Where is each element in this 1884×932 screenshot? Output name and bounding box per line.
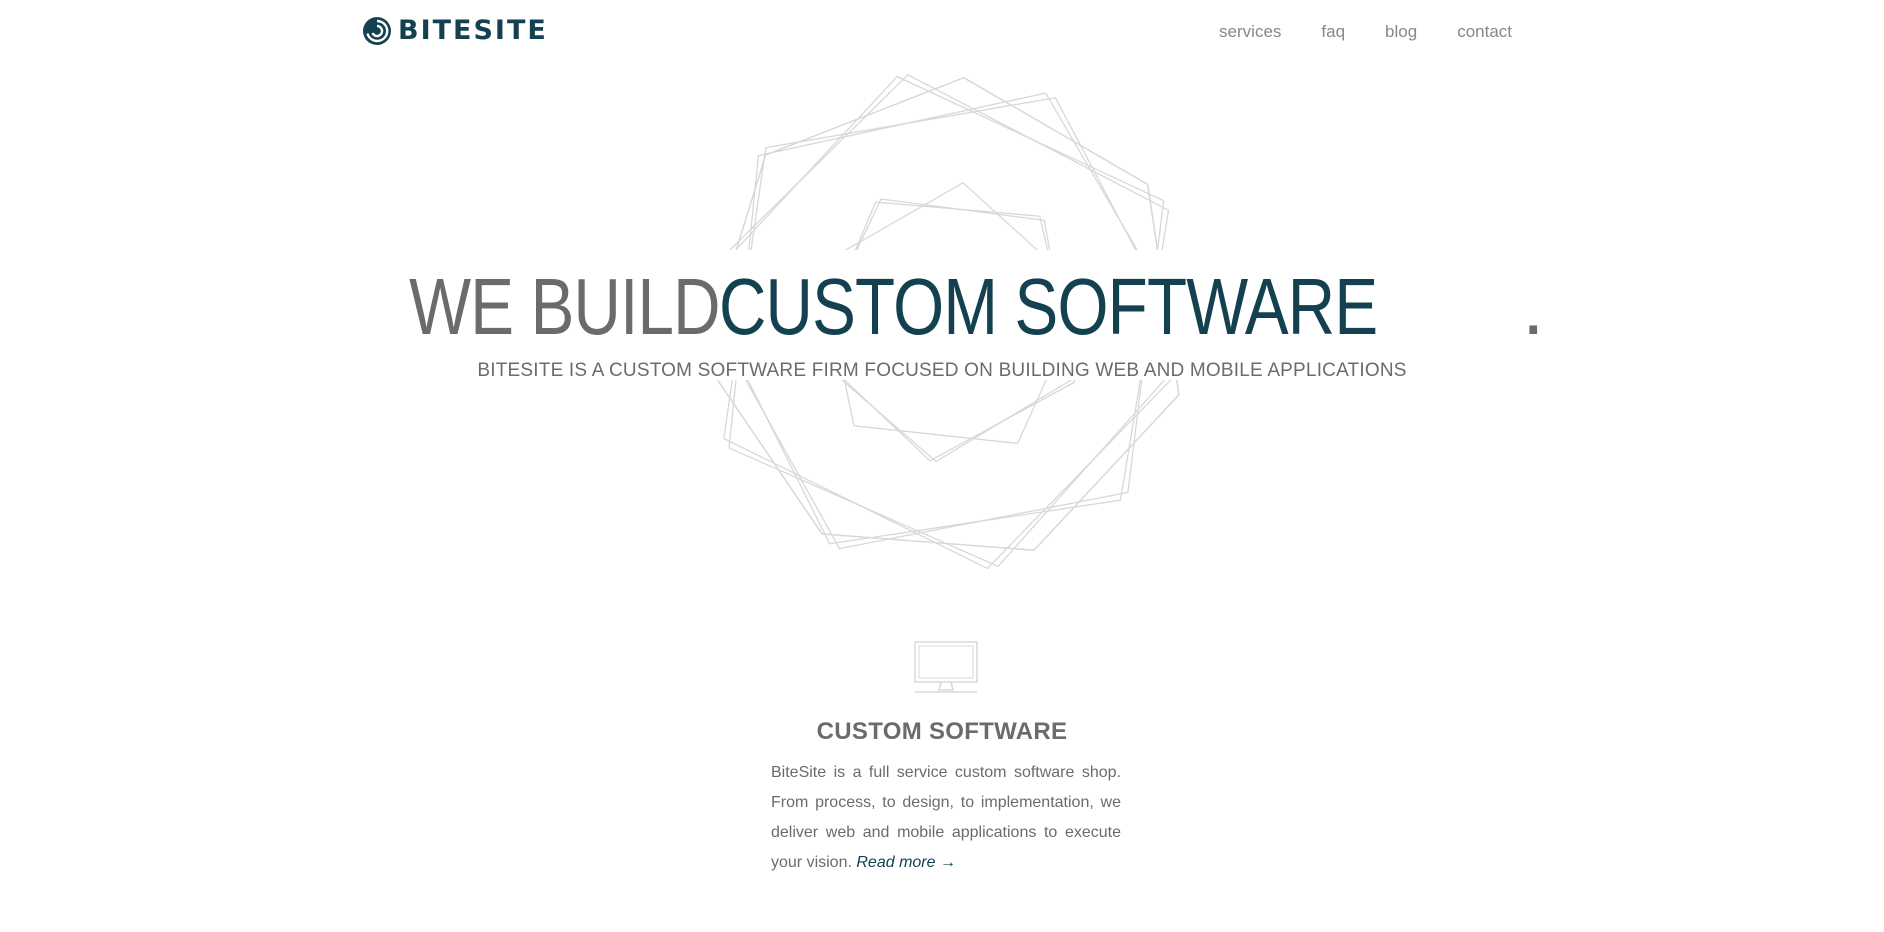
nav-item-faq[interactable]: faq [1321,22,1345,42]
nav-item-blog[interactable]: blog [1385,22,1417,42]
nav-item-contact[interactable]: contact [1457,22,1512,42]
main-nav: services faq blog contact [1179,22,1512,42]
hero-title: WE BUILD CUSTOM SOFTWARE. [0,262,1884,352]
read-more-link[interactable]: Read more → [856,854,956,871]
hero-title-light: WE BUILD [408,262,720,351]
bitesite-swirl-logo-icon [363,17,391,45]
page: BITESITE services faq blog contact WE BU… [0,0,1884,932]
brand-name: BITESITE [398,15,548,46]
feature-title: CUSTOM SOFTWARE [816,718,1068,745]
nav-item-services[interactable]: services [1219,22,1281,42]
monitor-icon [914,641,978,693]
hero-subtitle: BITESITE IS A CUSTOM SOFTWARE FIRM FOCUS… [477,360,1407,381]
hero-title-period: . [1522,262,1544,351]
feature-description: BiteSite is a full service custom softwa… [771,758,1121,878]
brand-logo-link[interactable]: BITESITE [362,16,548,46]
hero-title-highlight: CUSTOM SOFTWARE [719,262,1378,351]
site-header: BITESITE services faq blog contact [362,14,1512,54]
